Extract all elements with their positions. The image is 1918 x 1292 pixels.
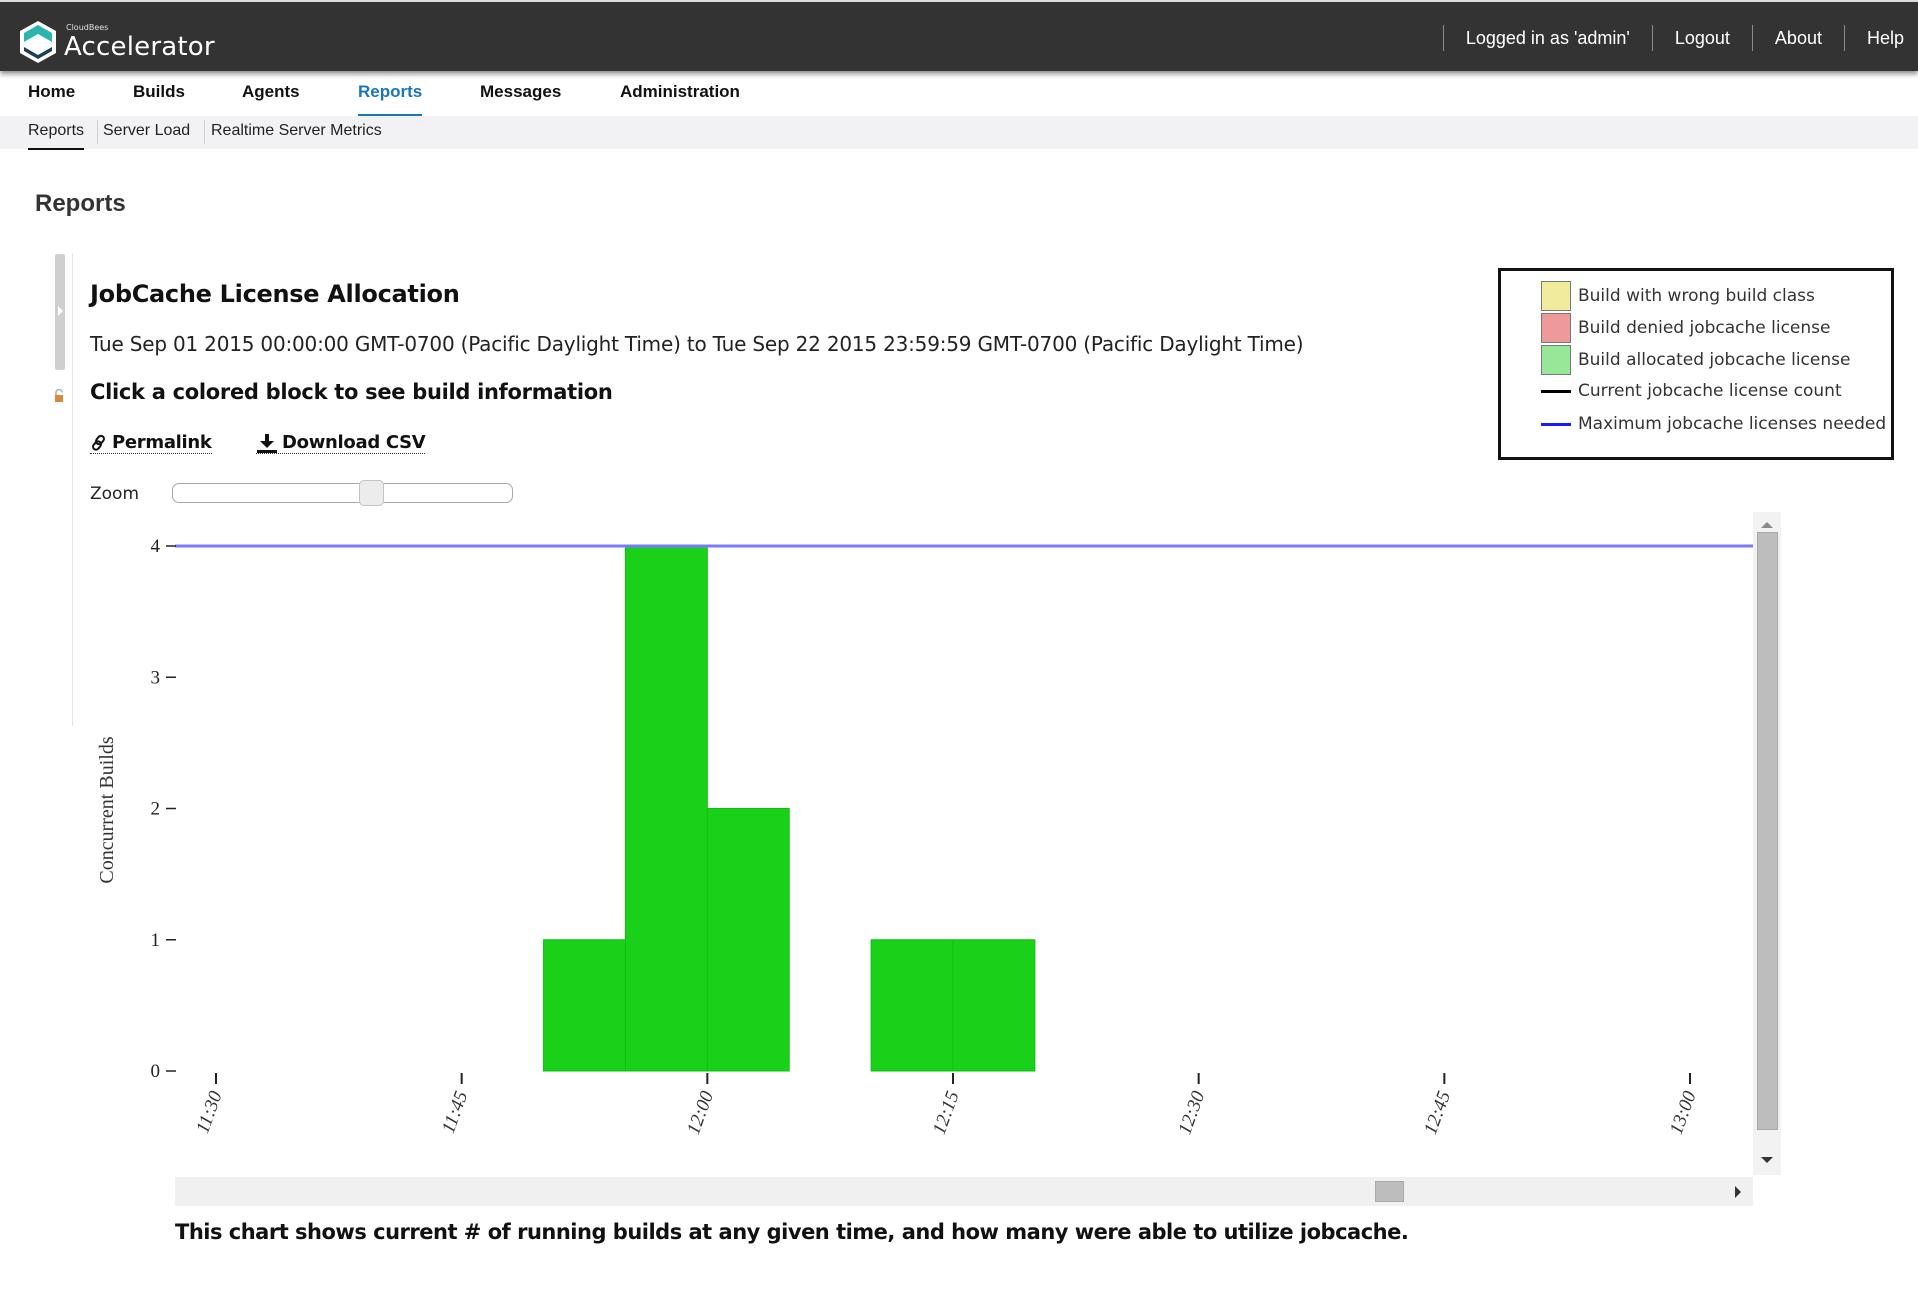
link-icon	[92, 434, 105, 451]
permalink-link[interactable]: Permalink	[90, 432, 212, 454]
legend-swatch-yellow	[1541, 281, 1571, 311]
brand-company: CloudBees	[66, 23, 109, 32]
tab-messages[interactable]: Messages	[480, 82, 561, 102]
help-link[interactable]: Help	[1845, 28, 1918, 49]
tab-builds[interactable]: Builds	[133, 82, 185, 102]
logout-link[interactable]: Logout	[1653, 28, 1752, 49]
page-title: Reports	[35, 190, 126, 217]
legend-item-max-needed: Maximum jobcache licenses needed	[1541, 414, 1886, 434]
logged-in-user: Logged in as 'admin'	[1465, 27, 1630, 48]
sub-nav: Reports Server Load Realtime Server Metr…	[0, 116, 1918, 150]
jobcache-chart: 0 1 2 3 4 11:30 11:45 12:00 12:15 12:30 12:45 13:0…	[96, 536, 1753, 1138]
zoom-label: Zoom	[90, 484, 140, 504]
subtab-reports[interactable]: Reports	[28, 122, 85, 150]
report-date-range: Tue Sep 01 2015 00:00:00 GMT-0700 (Pacif…	[90, 332, 1304, 356]
bar-block-3[interactable]	[870, 939, 954, 1072]
legend-label: Build with wrong build class	[1578, 286, 1815, 306]
legend-line-black	[1541, 389, 1571, 393]
y-tick-label: 3	[151, 667, 161, 688]
tab-reports[interactable]: Reports	[358, 82, 423, 116]
bar-block-4[interactable]	[952, 939, 1036, 1072]
subtab-server-load[interactable]: Server Load	[103, 122, 190, 148]
unlock-icon[interactable]	[54, 389, 64, 403]
y-tick-label: 4	[151, 536, 161, 557]
download-csv-link[interactable]: Download CSV	[256, 432, 426, 454]
x-tick-label: 11:45	[438, 1089, 472, 1137]
sidebar-expand-handle[interactable]	[55, 254, 65, 370]
scroll-up-arrow-icon[interactable]	[1761, 522, 1773, 528]
tab-agents[interactable]: Agents	[242, 82, 300, 102]
legend-item-current-count: Current jobcache license count	[1541, 381, 1842, 401]
x-tick-label: 11:30	[192, 1088, 227, 1136]
legend-line-blue	[1541, 422, 1571, 426]
divider	[97, 120, 98, 144]
main-nav: Home Builds Agents Reports Messages Admi…	[0, 71, 1918, 116]
legend-swatch-red	[1541, 313, 1571, 343]
download-icon	[257, 433, 277, 453]
user-nav: Logged in as 'admin' Logout About Help	[1442, 24, 1918, 52]
chart-footnote: This chart shows current # of running bu…	[175, 1220, 1409, 1244]
permalink-label: Permalink	[112, 432, 212, 453]
legend-label: Current jobcache license count	[1578, 381, 1842, 401]
x-tick-label: 12:00	[683, 1088, 718, 1137]
y-tick-label: 1	[151, 930, 161, 951]
bar-block-2[interactable]	[706, 808, 790, 1072]
legend-item-allocated: Build allocated jobcache license	[1541, 345, 1850, 375]
brand-product-name: Accelerator	[64, 32, 215, 62]
cloudbees-logo-icon	[20, 21, 56, 63]
divider	[72, 254, 73, 726]
legend-label: Maximum jobcache licenses needed	[1578, 414, 1887, 434]
bar-block-1[interactable]	[624, 545, 708, 1072]
tab-home[interactable]: Home	[28, 82, 75, 102]
legend-item-denied: Build denied jobcache license	[1541, 313, 1831, 343]
y-tick-label: 2	[151, 799, 161, 820]
x-tick-label: 12:15	[929, 1089, 964, 1138]
x-tick-label: 12:45	[1420, 1089, 1455, 1138]
y-axis-label: Concurrent Builds	[96, 736, 118, 883]
horizontal-scroll-thumb[interactable]	[1375, 1181, 1404, 1202]
y-tick-label: 0	[151, 1061, 161, 1082]
chart-horizontal-scrollbar[interactable]	[175, 1177, 1753, 1206]
divider	[204, 120, 205, 144]
zoom-slider[interactable]	[172, 480, 513, 506]
x-tick-label: 13:00	[1666, 1088, 1701, 1137]
report-title: JobCache License Allocation	[90, 280, 460, 308]
legend-label: Build denied jobcache license	[1578, 318, 1831, 338]
tab-administration[interactable]: Administration	[620, 82, 740, 102]
download-csv-label: Download CSV	[282, 432, 426, 453]
x-tick-label: 12:30	[1174, 1088, 1209, 1137]
legend-swatch-green	[1541, 345, 1571, 375]
report-instruction: Click a colored block to see build infor…	[90, 380, 613, 404]
bar-block-0[interactable]	[543, 939, 626, 1072]
chart-vertical-scrollbar[interactable]	[1753, 512, 1781, 1175]
chart-legend: Build with wrong build class Build denie…	[1498, 268, 1894, 460]
legend-item-wrong-build-class: Build with wrong build class	[1541, 281, 1815, 311]
top-header-bar: CloudBees Accelerator Logged in as 'admi…	[0, 0, 1918, 71]
scroll-down-arrow-icon[interactable]	[1761, 1157, 1773, 1163]
chevron-right-icon	[58, 306, 63, 316]
about-link[interactable]: About	[1753, 28, 1844, 49]
vertical-scroll-thumb[interactable]	[1757, 532, 1778, 1130]
subtab-realtime-server-metrics[interactable]: Realtime Server Metrics	[211, 122, 382, 148]
legend-label: Build allocated jobcache license	[1578, 350, 1851, 370]
zoom-slider-thumb[interactable]	[359, 480, 385, 506]
scroll-right-arrow-icon[interactable]	[1735, 1186, 1741, 1198]
